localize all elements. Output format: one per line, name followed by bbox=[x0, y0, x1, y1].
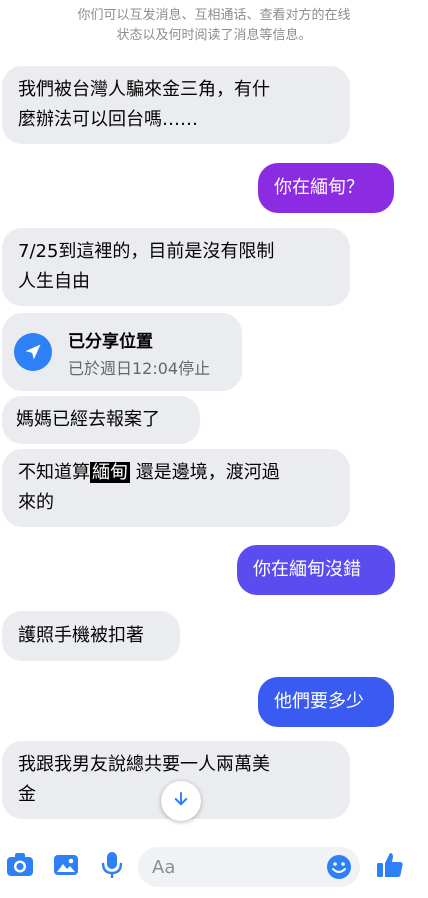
message-text: 你在緬甸？ bbox=[274, 177, 364, 198]
message-received[interactable]: 7/25到這裡的，目前是沒有限制 人生自由 bbox=[2, 228, 350, 306]
system-notice-line2: 状态以及何时阅读了消息等信息。 bbox=[116, 28, 312, 43]
system-notice: 你们可以互发消息、互相通话、查看对方的在线 状态以及何时阅读了消息等信息。 bbox=[0, 6, 428, 46]
location-arrow-icon bbox=[14, 333, 52, 371]
message-text: 麼辦法可以回台嗎…… bbox=[18, 109, 198, 130]
location-title: 已分享位置 bbox=[68, 332, 153, 352]
message-sent[interactable]: 他們要多少 bbox=[258, 677, 394, 727]
arrow-down-icon bbox=[172, 790, 190, 812]
message-text: 人生自由 bbox=[18, 271, 90, 292]
system-notice-line1: 你们可以互发消息、互相通话、查看对方的在线 bbox=[77, 8, 351, 23]
message-text: 我跟我男友說總共要一人兩萬美 bbox=[18, 754, 270, 775]
microphone-icon bbox=[101, 851, 123, 883]
message-text: 你在緬甸沒錯 bbox=[253, 559, 361, 580]
message-text: 還是邊境，渡河過 bbox=[130, 462, 280, 483]
scroll-to-bottom-button[interactable] bbox=[161, 781, 201, 821]
location-subtitle: 已於週日12:04停止 bbox=[68, 359, 211, 378]
shared-location-card[interactable]: 已分享位置 已於週日12:04停止 bbox=[2, 313, 242, 391]
message-text: 來的 bbox=[18, 492, 54, 513]
composer-bar bbox=[0, 835, 428, 898]
camera-button[interactable] bbox=[4, 851, 36, 883]
voice-button[interactable] bbox=[96, 851, 128, 883]
message-received[interactable]: 護照手機被扣著 bbox=[2, 611, 180, 661]
message-received[interactable]: 不知道算 緬甸 還是邊境，渡河過 來的 bbox=[2, 449, 350, 527]
gallery-button[interactable] bbox=[50, 851, 82, 883]
thumbs-up-icon bbox=[376, 851, 404, 883]
message-text: 他們要多少 bbox=[274, 691, 364, 712]
like-button[interactable] bbox=[374, 851, 406, 883]
message-sent[interactable]: 你在緬甸沒錯 bbox=[237, 545, 395, 595]
message-input[interactable] bbox=[138, 847, 312, 887]
camera-icon bbox=[6, 852, 34, 882]
message-sent[interactable]: 你在緬甸？ bbox=[258, 163, 394, 213]
message-received[interactable]: 媽媽已經去報案了 bbox=[2, 396, 200, 444]
image-icon bbox=[53, 853, 79, 881]
message-text: 7/25到這裡的，目前是沒有限制 bbox=[18, 241, 275, 262]
message-input-container bbox=[138, 847, 360, 887]
emoji-icon bbox=[327, 855, 351, 879]
message-text: 護照手機被扣著 bbox=[18, 625, 144, 646]
message-text: 我們被台灣人騙來金三角，有什 bbox=[18, 79, 270, 100]
message-received[interactable]: 我們被台灣人騙來金三角，有什 麼辦法可以回台嗎…… bbox=[2, 66, 350, 144]
message-text: 媽媽已經去報案了 bbox=[16, 409, 160, 430]
message-text-line: 不知道算 緬甸 還是邊境，渡河過 bbox=[18, 458, 334, 488]
highlighted-text: 緬甸 bbox=[90, 462, 130, 483]
message-text: 不知道算 bbox=[18, 462, 90, 483]
emoji-button[interactable] bbox=[326, 854, 352, 884]
